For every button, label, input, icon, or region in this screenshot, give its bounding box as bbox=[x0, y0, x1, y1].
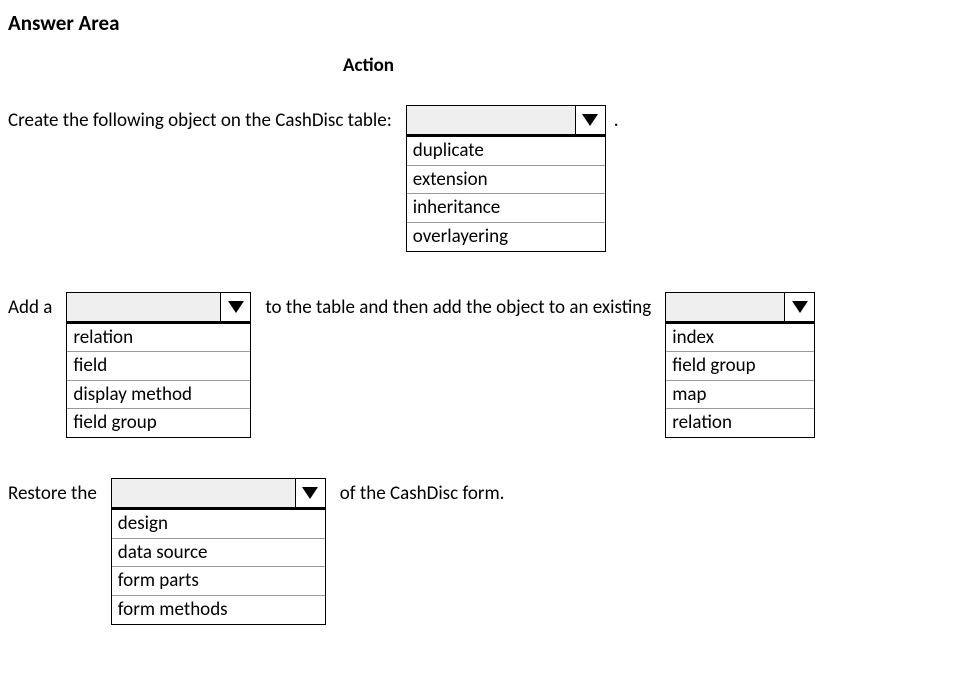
dropdown-existing-target-value bbox=[666, 293, 784, 321]
row3-text-before: Restore the bbox=[8, 478, 97, 505]
dropdown-existing-target-toggle[interactable] bbox=[784, 293, 814, 321]
dropdown-option[interactable]: field bbox=[67, 352, 250, 381]
dropdown-restore-target[interactable]: design data source form parts form metho… bbox=[111, 478, 326, 625]
row1-text-before: Create the following object on the CashD… bbox=[8, 105, 392, 132]
row-create-object: Create the following object on the CashD… bbox=[8, 105, 967, 252]
dropdown-object-type[interactable]: duplicate extension inheritance overlaye… bbox=[406, 105, 606, 252]
dropdown-option[interactable]: index bbox=[666, 324, 814, 353]
dropdown-object-type-options: duplicate extension inheritance overlaye… bbox=[406, 135, 606, 252]
dropdown-option[interactable]: design bbox=[112, 510, 325, 539]
dropdown-option[interactable]: extension bbox=[407, 166, 605, 195]
dropdown-option[interactable]: relation bbox=[666, 409, 814, 437]
dropdown-restore-target-toggle[interactable] bbox=[295, 479, 325, 507]
chevron-down-icon bbox=[302, 487, 318, 499]
dropdown-object-type-toggle[interactable] bbox=[575, 106, 605, 134]
chevron-down-icon bbox=[582, 114, 598, 126]
dropdown-option[interactable]: relation bbox=[67, 324, 250, 353]
dropdown-option[interactable]: data source bbox=[112, 539, 325, 568]
dropdown-existing-target[interactable]: index field group map relation bbox=[665, 292, 815, 439]
row-add-to-table: Add a relation field display method fiel… bbox=[8, 292, 967, 439]
dropdown-option[interactable]: field group bbox=[666, 352, 814, 381]
dropdown-option[interactable]: display method bbox=[67, 381, 250, 410]
row2-text-mid: to the table and then add the object to … bbox=[265, 292, 651, 319]
dropdown-option[interactable]: inheritance bbox=[407, 194, 605, 223]
dropdown-restore-target-value bbox=[112, 479, 295, 507]
answer-area-title: Answer Area bbox=[8, 10, 967, 36]
dropdown-option[interactable]: field group bbox=[67, 409, 250, 437]
row2-text-before: Add a bbox=[8, 292, 52, 319]
dropdown-option[interactable]: form methods bbox=[112, 596, 325, 624]
chevron-down-icon bbox=[228, 301, 244, 313]
dropdown-option[interactable]: map bbox=[666, 381, 814, 410]
row3-text-after: of the CashDisc form. bbox=[340, 478, 505, 505]
dropdown-option[interactable]: overlayering bbox=[407, 223, 605, 251]
chevron-down-icon bbox=[792, 301, 808, 313]
row1-text-after: . bbox=[614, 105, 619, 132]
dropdown-add-item[interactable]: relation field display method field grou… bbox=[66, 292, 251, 439]
dropdown-existing-target-options: index field group map relation bbox=[665, 322, 815, 439]
dropdown-add-item-options: relation field display method field grou… bbox=[66, 322, 251, 439]
dropdown-object-type-value bbox=[407, 106, 575, 134]
row-restore-form: Restore the design data source form part… bbox=[8, 478, 967, 625]
action-column-header: Action bbox=[343, 54, 967, 77]
dropdown-option[interactable]: form parts bbox=[112, 567, 325, 596]
dropdown-option[interactable]: duplicate bbox=[407, 137, 605, 166]
dropdown-add-item-value bbox=[67, 293, 220, 321]
dropdown-restore-target-options: design data source form parts form metho… bbox=[111, 508, 326, 625]
dropdown-add-item-toggle[interactable] bbox=[220, 293, 250, 321]
